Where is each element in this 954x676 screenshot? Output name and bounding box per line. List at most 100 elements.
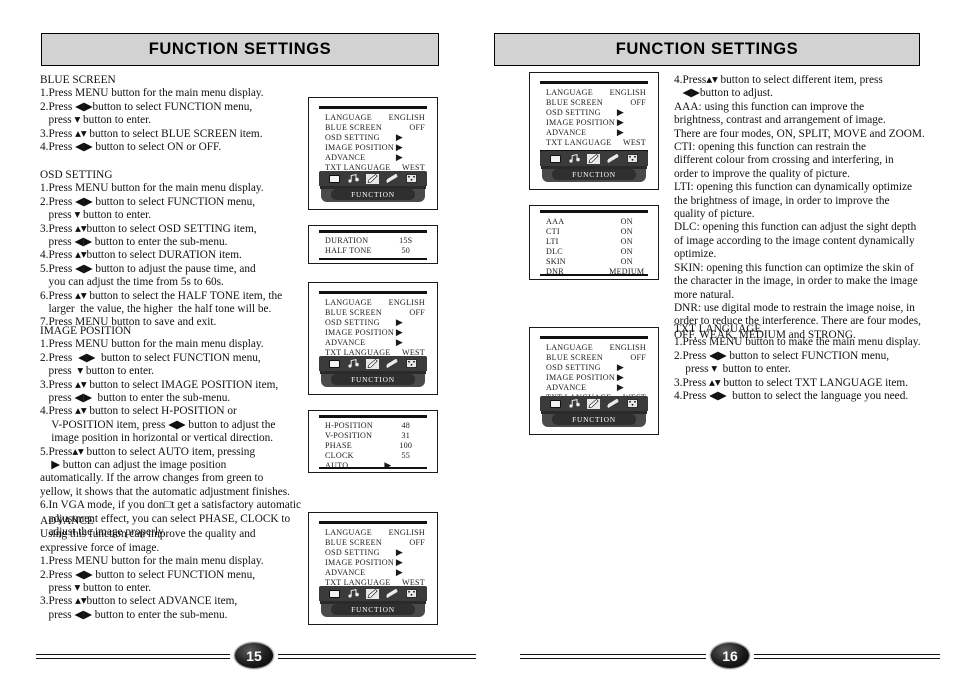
osd-menu-item[interactable]: LANGUAGE ENGLISH (325, 298, 425, 308)
osd-panel-advance-sub: AAA ON CTI ON LTI ON DLC ON SKIN ON DNR MEDIUM (529, 205, 659, 280)
osd-menu-item-label: IMAGE POSITION (325, 328, 394, 338)
osd-menu-item-label: ADVANCE (325, 153, 366, 163)
osd-menu-item[interactable]: IMAGE POSITION ▶ (325, 558, 425, 568)
picture-icon[interactable] (328, 589, 341, 599)
osd-menu-item[interactable]: LANGUAGE ENGLISH (325, 528, 425, 538)
osd-menu-item-value: OFF (409, 123, 425, 133)
osd-footer-label-bar: FUNCTION (331, 604, 415, 615)
osd-menu-item-label: LTI (546, 237, 559, 247)
osd-menu-list: H-POSITION48V-POSITION31PHASE100CLOCK55A… (325, 421, 425, 471)
submenu-arrow-icon: ▶ (395, 317, 403, 328)
osd-menu-item[interactable]: IMAGE POSITION ▶ (546, 118, 646, 128)
osd-menu-item[interactable]: IMAGE POSITION ▶ (325, 328, 425, 338)
osd-footer-label-bar: FUNCTION (331, 374, 415, 385)
osd-menu-item-value: ENGLISH (388, 113, 425, 122)
osd-menu-item-value: ENGLISH (388, 528, 425, 537)
osd-panel-function-main-2: LANGUAGE ENGLISH BLUE SCREEN OFF OSD SETTING… (308, 282, 438, 395)
osd-menu-item[interactable]: ADVANCE ▶ (325, 568, 425, 578)
setup-icon[interactable] (386, 359, 399, 369)
sound-icon[interactable] (568, 399, 581, 409)
system-icon[interactable] (405, 589, 418, 599)
osd-menu-item[interactable]: H-POSITION 48 (325, 421, 425, 431)
osd-menu-item[interactable]: BLUE SCREEN OFF (546, 98, 646, 108)
section-advance-continued: 4.Press▴▾ button to select different ite… (674, 74, 925, 341)
osd-panel-osd-setting-sub: DURATION 15S HALF TONE 50 (308, 225, 438, 264)
picture-icon[interactable] (328, 174, 341, 184)
osd-menu-item-label: BLUE SCREEN (325, 123, 382, 133)
submenu-arrow-icon: ▶ (395, 142, 403, 153)
system-icon[interactable] (626, 399, 639, 409)
osd-menu-item[interactable]: OSD SETTING ▶ (325, 548, 425, 558)
osd-menu-item-label: DURATION (325, 236, 369, 245)
osd-menu-item[interactable]: ADVANCE ▶ (546, 128, 646, 138)
osd-menu-item[interactable]: LANGUAGE ENGLISH (546, 343, 646, 353)
function-icon[interactable] (587, 153, 601, 164)
osd-menu-item[interactable]: V-POSITION 31 (325, 431, 425, 441)
osd-menu-item[interactable]: LANGUAGE ENGLISH (325, 113, 425, 123)
osd-menu-item-label: HALF TONE (325, 246, 372, 256)
sound-icon[interactable] (347, 174, 360, 184)
section-image-position: IMAGE POSITION 1.Press MENU button for t… (40, 325, 302, 539)
function-icon[interactable] (587, 398, 601, 409)
setup-icon[interactable] (607, 154, 620, 164)
function-icon[interactable] (366, 173, 380, 184)
osd-menu-item-value: OFF (409, 538, 425, 548)
osd-menu-item-value: ON (620, 247, 633, 257)
osd-menu-item-value: ON (620, 257, 633, 267)
osd-menu-list: LANGUAGE ENGLISH BLUE SCREEN OFF OSD SETTING… (325, 528, 425, 589)
system-icon[interactable] (405, 359, 418, 369)
osd-menu-item[interactable]: TXT LANGUAGE WEST (546, 138, 646, 148)
picture-icon[interactable] (328, 359, 341, 369)
picture-icon[interactable] (549, 399, 562, 409)
osd-icon-bar-wrap: FUNCTION (317, 586, 429, 618)
sound-icon[interactable] (347, 589, 360, 599)
osd-menu-item[interactable]: CTI ON (546, 227, 646, 237)
osd-menu-item[interactable]: CLOCK 55 (325, 451, 425, 461)
setup-icon[interactable] (386, 589, 399, 599)
osd-menu-item[interactable]: OSD SETTING ▶ (546, 108, 646, 118)
footer-rule-left (36, 654, 230, 659)
osd-menu-item[interactable]: OSD SETTING ▶ (325, 318, 425, 328)
osd-menu-item[interactable]: SKIN ON (546, 257, 646, 267)
osd-menu-item[interactable]: IMAGE POSITION ▶ (325, 143, 425, 153)
section-osd-setting: OSD SETTING 1.Press MENU button for the … (40, 169, 283, 329)
function-icon[interactable] (366, 588, 380, 599)
setup-icon[interactable] (386, 174, 399, 184)
osd-top-rule (319, 230, 427, 233)
system-icon[interactable] (405, 174, 418, 184)
function-icon[interactable] (366, 358, 380, 369)
picture-icon[interactable] (549, 154, 562, 164)
osd-menu-item[interactable]: IMAGE POSITION ▶ (546, 373, 646, 383)
osd-menu-item[interactable]: ADVANCE ▶ (325, 153, 425, 163)
osd-menu-item-value: 50 (401, 246, 411, 256)
page-number: 15 (246, 647, 262, 664)
osd-menu-item[interactable]: PHASE 100 (325, 441, 425, 451)
submenu-arrow-icon: ▶ (395, 547, 403, 558)
osd-menu-item-label: V-POSITION (325, 431, 373, 441)
osd-menu-item[interactable]: BLUE SCREEN OFF (325, 308, 425, 318)
osd-menu-item[interactable]: OSD SETTING ▶ (325, 133, 425, 143)
osd-menu-item[interactable]: ADVANCE ▶ (325, 338, 425, 348)
osd-menu-item[interactable]: AAA ON (546, 217, 646, 227)
osd-menu-item[interactable]: DURATION 15S (325, 236, 425, 246)
sound-icon[interactable] (347, 359, 360, 369)
osd-menu-item[interactable]: LANGUAGE ENGLISH (546, 88, 646, 98)
osd-menu-item[interactable]: BLUE SCREEN OFF (325, 123, 425, 133)
sound-icon[interactable] (568, 154, 581, 164)
manual-page-spread: FUNCTION SETTINGS FUNCTION SETTINGS BLUE… (0, 0, 954, 676)
page-title-banner-right: FUNCTION SETTINGS (494, 33, 920, 66)
osd-menu-list: LANGUAGE ENGLISH BLUE SCREEN OFF OSD SETTING… (546, 343, 646, 404)
osd-panel-function-main-4: LANGUAGE ENGLISH BLUE SCREEN OFF OSD SETTING… (529, 72, 659, 190)
osd-menu-item[interactable]: LTI ON (546, 237, 646, 247)
submenu-arrow-icon: ▶ (395, 152, 403, 163)
osd-menu-item[interactable]: ADVANCE ▶ (546, 383, 646, 393)
setup-icon[interactable] (607, 399, 620, 409)
osd-menu-item-label: H-POSITION (325, 421, 373, 430)
osd-menu-item[interactable]: OSD SETTING ▶ (546, 363, 646, 373)
osd-menu-item[interactable]: BLUE SCREEN OFF (546, 353, 646, 363)
osd-menu-item-value: ON (620, 237, 633, 247)
osd-menu-item[interactable]: DLC ON (546, 247, 646, 257)
osd-menu-item[interactable]: BLUE SCREEN OFF (325, 538, 425, 548)
system-icon[interactable] (626, 154, 639, 164)
osd-menu-item[interactable]: HALF TONE 50 (325, 246, 425, 256)
